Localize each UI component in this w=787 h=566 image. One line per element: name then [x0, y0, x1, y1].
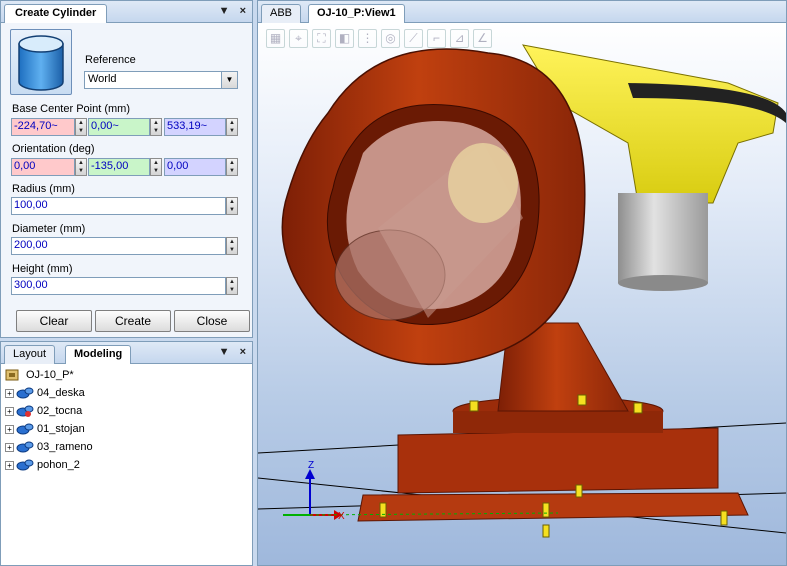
snap-center-icon[interactable]: ◎: [381, 29, 400, 48]
document-tabbar: ABB OJ-10_P:View1: [258, 1, 786, 23]
station-icon: [5, 368, 23, 382]
part-icon: [16, 440, 34, 454]
tree-item[interactable]: + 04_deska: [5, 384, 93, 402]
base-z-input[interactable]: 533,19~: [164, 118, 226, 136]
height-input[interactable]: 300,00: [11, 277, 226, 295]
close-icon[interactable]: ×: [240, 346, 246, 358]
view-toolbar: ▦ ⌖ ⛶ ◧ ⋮ ◎ ⟋ ⌐ ⊿ ∠: [266, 29, 492, 48]
tree-item-label: pohon_2: [37, 459, 80, 471]
dropdown-icon[interactable]: ▼: [219, 5, 230, 17]
expand-icon[interactable]: +: [5, 460, 14, 470]
base-z-spinner[interactable]: ▲ ▼: [226, 118, 238, 136]
part-icon: [16, 404, 34, 418]
orient-z-spinner[interactable]: ▲ ▼: [226, 158, 238, 176]
tab-view1[interactable]: OJ-10_P:View1: [308, 4, 405, 23]
3d-viewport[interactable]: Z X ▦ ⌖ ⛶ ◧ ⋮ ◎ ⟋ ⌐ ⊿ ∠: [258, 23, 786, 565]
reference-label: Reference: [85, 54, 136, 66]
zoom-icon[interactable]: ⌖: [289, 29, 308, 48]
orient-y-spinner[interactable]: ▲ ▼: [150, 158, 162, 176]
snap-icon[interactable]: ◧: [335, 29, 354, 48]
clear-button[interactable]: Clear: [16, 310, 92, 332]
reference-value: World: [88, 73, 117, 85]
orient-x-spinner[interactable]: ▲ ▼: [75, 158, 87, 176]
orient-x-input[interactable]: 0,00: [11, 158, 75, 176]
orient-z-input[interactable]: 0,00: [164, 158, 226, 176]
part-icon: [16, 458, 34, 472]
reference-select[interactable]: World ▼: [84, 71, 238, 89]
orientation-label: Orientation (deg): [12, 143, 95, 155]
base-y-input[interactable]: 0,00~: [88, 118, 150, 136]
diameter-input[interactable]: 200,00: [11, 237, 226, 255]
radius-label: Radius (mm): [12, 183, 75, 195]
orient-y-input[interactable]: -135,00: [88, 158, 150, 176]
part-icon: [16, 422, 34, 436]
grid-icon[interactable]: ⋮: [358, 29, 377, 48]
tree-item[interactable]: + 03_rameno: [5, 438, 93, 456]
tree-item[interactable]: + 01_stojan: [5, 420, 93, 438]
angle-icon[interactable]: ∠: [473, 29, 492, 48]
graphics-view-panel: ABB OJ-10_P:View1 Z X ▦ ⌖ ⛶ ◧ ⋮ ◎ ⟋ ⌐ ⊿ …: [257, 0, 787, 566]
tree-item-label: 03_rameno: [37, 441, 93, 453]
tree-item-label: 04_deska: [37, 387, 85, 399]
expand-icon[interactable]: +: [5, 388, 14, 398]
part-icon: [16, 386, 34, 400]
cylinder-icon: [10, 29, 72, 95]
tab-layout[interactable]: Layout: [4, 345, 56, 364]
chevron-down-icon[interactable]: ▼: [221, 72, 237, 88]
base-x-input[interactable]: -224,70~: [11, 118, 75, 136]
modeling-browser-panel: Layout Modeling ▼ × OJ-10_P* + 04_deska …: [0, 341, 253, 566]
base-x-spinner[interactable]: ▲ ▼: [75, 118, 87, 136]
create-cylinder-tab[interactable]: Create Cylinder: [4, 4, 108, 23]
create-button[interactable]: Create: [95, 310, 171, 332]
snap-edge-icon[interactable]: ⟋: [404, 29, 423, 48]
expand-icon[interactable]: +: [5, 406, 14, 416]
tree-item-label: 02_tocna: [37, 405, 83, 417]
tab-modeling[interactable]: Modeling: [65, 345, 132, 364]
tree-item[interactable]: + pohon_2: [5, 456, 93, 474]
axis-z-label: Z: [308, 460, 315, 471]
view-all-icon[interactable]: ▦: [266, 29, 285, 48]
base-center-label: Base Center Point (mm): [12, 103, 130, 115]
measure-icon[interactable]: ⊿: [450, 29, 469, 48]
tree-root-label: OJ-10_P*: [26, 369, 74, 381]
snap-end-icon[interactable]: ⌐: [427, 29, 446, 48]
panel-tabbar: Create Cylinder ▼ ×: [1, 1, 252, 23]
dropdown-icon[interactable]: ▼: [219, 346, 230, 358]
expand-icon[interactable]: +: [5, 424, 14, 434]
expand-icon[interactable]: +: [5, 442, 14, 452]
height-spinner[interactable]: ▲ ▼: [226, 277, 238, 295]
tree-item-label: 01_stojan: [37, 423, 85, 435]
close-button[interactable]: Close: [174, 310, 250, 332]
tree-root[interactable]: OJ-10_P*: [5, 366, 93, 384]
base-y-spinner[interactable]: ▲ ▼: [150, 118, 162, 136]
tab-abb[interactable]: ABB: [261, 4, 302, 23]
browser-tabbar: Layout Modeling ▼ ×: [1, 342, 252, 364]
axis-x-label: X: [338, 511, 345, 522]
radius-spinner[interactable]: ▲ ▼: [226, 197, 238, 215]
create-cylinder-panel: Create Cylinder ▼ × Reference World ▼ Ba…: [0, 0, 253, 338]
robot-scene: [258, 44, 786, 538]
radius-input[interactable]: 100,00: [11, 197, 226, 215]
close-icon[interactable]: ×: [240, 5, 246, 17]
select-icon[interactable]: ⛶: [312, 29, 331, 48]
height-label: Height (mm): [12, 263, 73, 275]
tree-item[interactable]: + 02_tocna: [5, 402, 93, 420]
diameter-label: Diameter (mm): [12, 223, 86, 235]
model-tree: OJ-10_P* + 04_deska + 02_tocna + 01_stoj…: [5, 366, 93, 474]
diameter-spinner[interactable]: ▲ ▼: [226, 237, 238, 255]
